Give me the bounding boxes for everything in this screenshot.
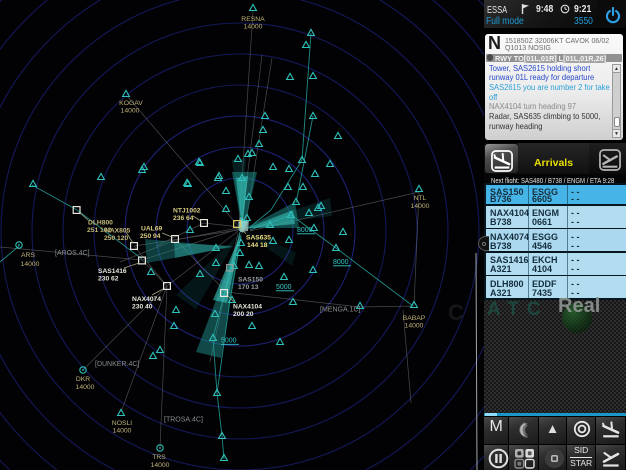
- svg-text:230 40: 230 40: [132, 304, 153, 311]
- svg-text:14000: 14000: [113, 428, 132, 435]
- svg-text:14000: 14000: [151, 462, 170, 469]
- svg-text:NTL: NTL: [414, 195, 427, 202]
- svg-text:C: C: [448, 300, 464, 325]
- svg-text:SAS635: SAS635: [246, 235, 271, 242]
- svg-text:ARS: ARS: [21, 252, 35, 259]
- svg-text:5000: 5000: [276, 284, 292, 291]
- svg-text:NAX4104: NAX4104: [233, 304, 262, 311]
- svg-text:230 62: 230 62: [98, 276, 119, 283]
- svg-text:14000: 14000: [411, 203, 430, 210]
- svg-text:144 18: 144 18: [247, 242, 268, 249]
- svg-text:5000: 5000: [221, 338, 237, 345]
- svg-text:170 13: 170 13: [238, 284, 259, 291]
- svg-text:8000: 8000: [333, 259, 349, 266]
- svg-text:NAX4074: NAX4074: [132, 296, 161, 303]
- svg-text:DLH800: DLH800: [88, 220, 113, 227]
- svg-text:[AROS.4C]: [AROS.4C]: [55, 250, 90, 257]
- svg-text:NOSLI: NOSLI: [112, 420, 133, 427]
- svg-text:[TROSA.4C]: [TROSA.4C]: [164, 417, 203, 424]
- svg-text:[MENGA.1C]: [MENGA.1C]: [320, 307, 361, 314]
- svg-text:14000: 14000: [244, 24, 263, 31]
- svg-text:14000: 14000: [76, 384, 95, 391]
- svg-text:UAL69: UAL69: [141, 226, 162, 233]
- svg-text:KOGAV: KOGAV: [119, 100, 143, 107]
- svg-text:DKR: DKR: [76, 376, 90, 383]
- svg-text:14000: 14000: [405, 323, 424, 330]
- svg-text:14000: 14000: [21, 261, 40, 268]
- svg-text:236 64: 236 64: [173, 215, 194, 222]
- svg-text:SAS1416: SAS1416: [98, 268, 127, 275]
- svg-text:250 94: 250 94: [140, 233, 161, 240]
- svg-text:[DUNKER.4C]: [DUNKER.4C]: [95, 361, 139, 368]
- svg-text:NAX805: NAX805: [105, 228, 131, 235]
- svg-text:RESNA: RESNA: [241, 16, 265, 23]
- svg-text:8000: 8000: [297, 227, 313, 234]
- svg-text:SAS150: SAS150: [238, 277, 263, 284]
- svg-text:14000: 14000: [121, 108, 140, 115]
- svg-text:BABAP: BABAP: [403, 315, 426, 322]
- svg-text:TRS: TRS: [152, 454, 166, 461]
- svg-text:250 120: 250 120: [104, 235, 128, 242]
- svg-text:200 20: 200 20: [233, 311, 254, 318]
- svg-text:NTJ1002: NTJ1002: [173, 208, 201, 215]
